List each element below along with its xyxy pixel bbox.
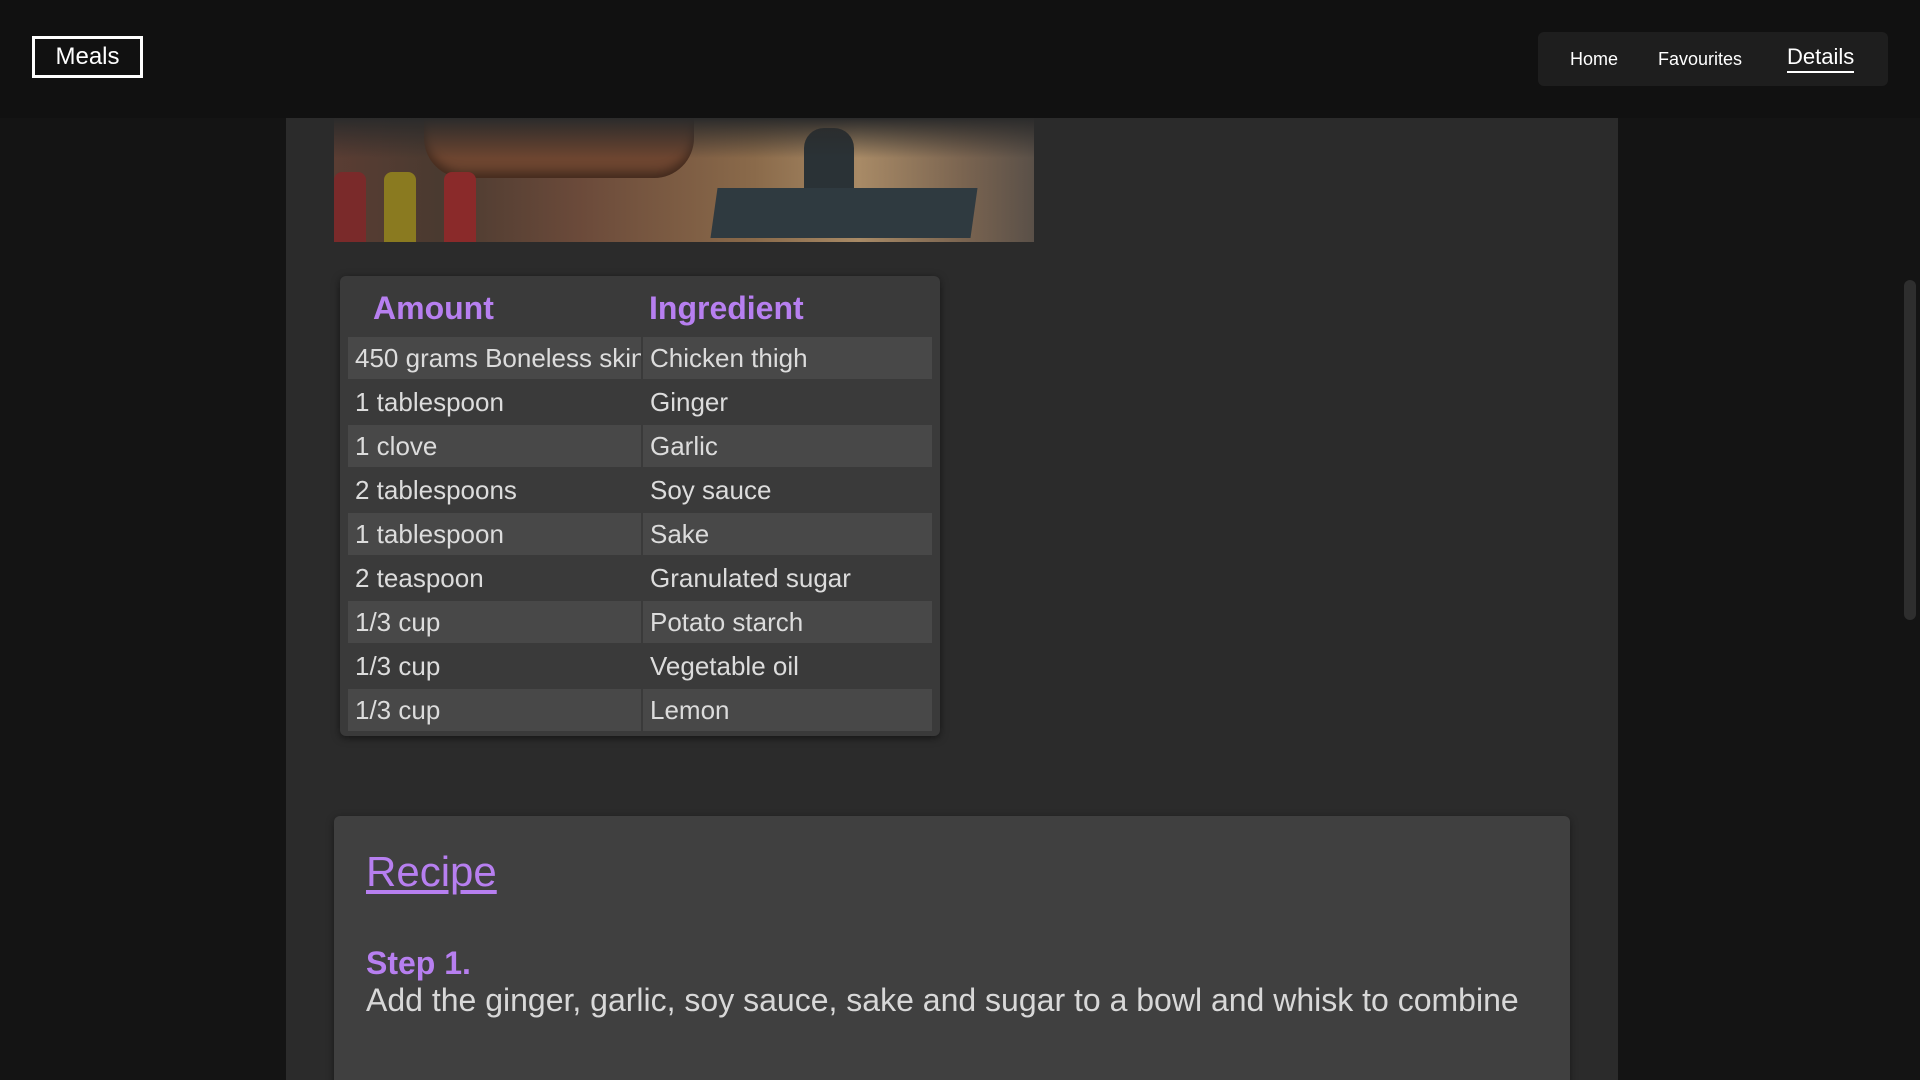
ingredient-cell: Potato starch: [643, 601, 932, 643]
app-root: Meals Home Favourites Details Amount Ing…: [0, 0, 1920, 1080]
ingredient-cell: Lemon: [643, 689, 932, 731]
amount-cell: 1 clove: [348, 425, 641, 467]
step-label: Step 1.: [366, 945, 471, 981]
amount-cell: 1/3 cup: [355, 651, 441, 681]
ingredient-cell: Ginger: [650, 387, 729, 417]
amount-cell: 2 teaspoon: [355, 563, 484, 593]
ingredient-cell: Chicken thigh: [643, 337, 932, 379]
table-row: 1 tablespoon Ginger: [348, 381, 932, 425]
image-pan-shape: [710, 188, 978, 238]
table-row: 1/3 cup Potato starch: [348, 601, 932, 645]
details-panel: Amount Ingredient 450 grams Boneless ski…: [286, 118, 1618, 1080]
table-row: 2 teaspoon Granulated sugar: [348, 557, 932, 601]
amount-cell: 1 tablespoon: [355, 387, 504, 417]
ingredients-table: Amount Ingredient 450 grams Boneless ski…: [340, 276, 940, 736]
nav-home-link[interactable]: Home: [1570, 48, 1618, 70]
amount-cell: 2 tablespoons: [355, 475, 517, 505]
table-row: 1/3 cup Vegetable oil: [348, 645, 932, 689]
ingredient-cell: Garlic: [643, 425, 932, 467]
table-row: 1 clove Garlic: [348, 425, 932, 469]
image-bottle-shape: [384, 172, 416, 242]
table-row: 1/3 cup Lemon: [348, 689, 932, 733]
table-row: 450 grams Boneless skin Chicken thigh: [348, 337, 932, 381]
ingredient-cell: Granulated sugar: [650, 563, 851, 593]
amount-cell: 450 grams Boneless skin: [348, 337, 641, 379]
image-bottle-shape: [444, 172, 476, 242]
ingredient-cell: Sake: [643, 513, 932, 555]
amount-column-header: Amount: [373, 290, 494, 326]
ingredient-column-header: Ingredient: [649, 290, 804, 326]
nav-details-link[interactable]: Details: [1787, 44, 1855, 73]
logo[interactable]: Meals: [32, 36, 143, 78]
step-text: Add the ginger, garlic, soy sauce, sake …: [366, 982, 1519, 1018]
recipe-section: Recipe Step 1. Add the ginger, garlic, s…: [334, 816, 1570, 1080]
ingredient-rows: 450 grams Boneless skin Chicken thigh 1 …: [348, 337, 932, 733]
image-shade: [334, 118, 1034, 158]
header: Meals Home Favourites Details: [0, 0, 1920, 118]
recipe-title[interactable]: Recipe: [366, 846, 497, 898]
nav-bar: Home Favourites Details: [1538, 32, 1888, 86]
ingredient-cell: Vegetable oil: [650, 651, 799, 681]
table-row: 2 tablespoons Soy sauce: [348, 469, 932, 513]
page-scrollbar[interactable]: [1904, 280, 1916, 620]
amount-cell: 1/3 cup: [348, 601, 641, 643]
nav-favourites-link[interactable]: Favourites: [1658, 48, 1742, 70]
table-row: 1 tablespoon Sake: [348, 513, 932, 557]
amount-cell: 1/3 cup: [348, 689, 641, 731]
amount-cell: 1 tablespoon: [348, 513, 641, 555]
ingredient-cell: Soy sauce: [650, 475, 772, 505]
meal-image: [334, 118, 1034, 242]
image-bottle-shape: [334, 172, 366, 242]
